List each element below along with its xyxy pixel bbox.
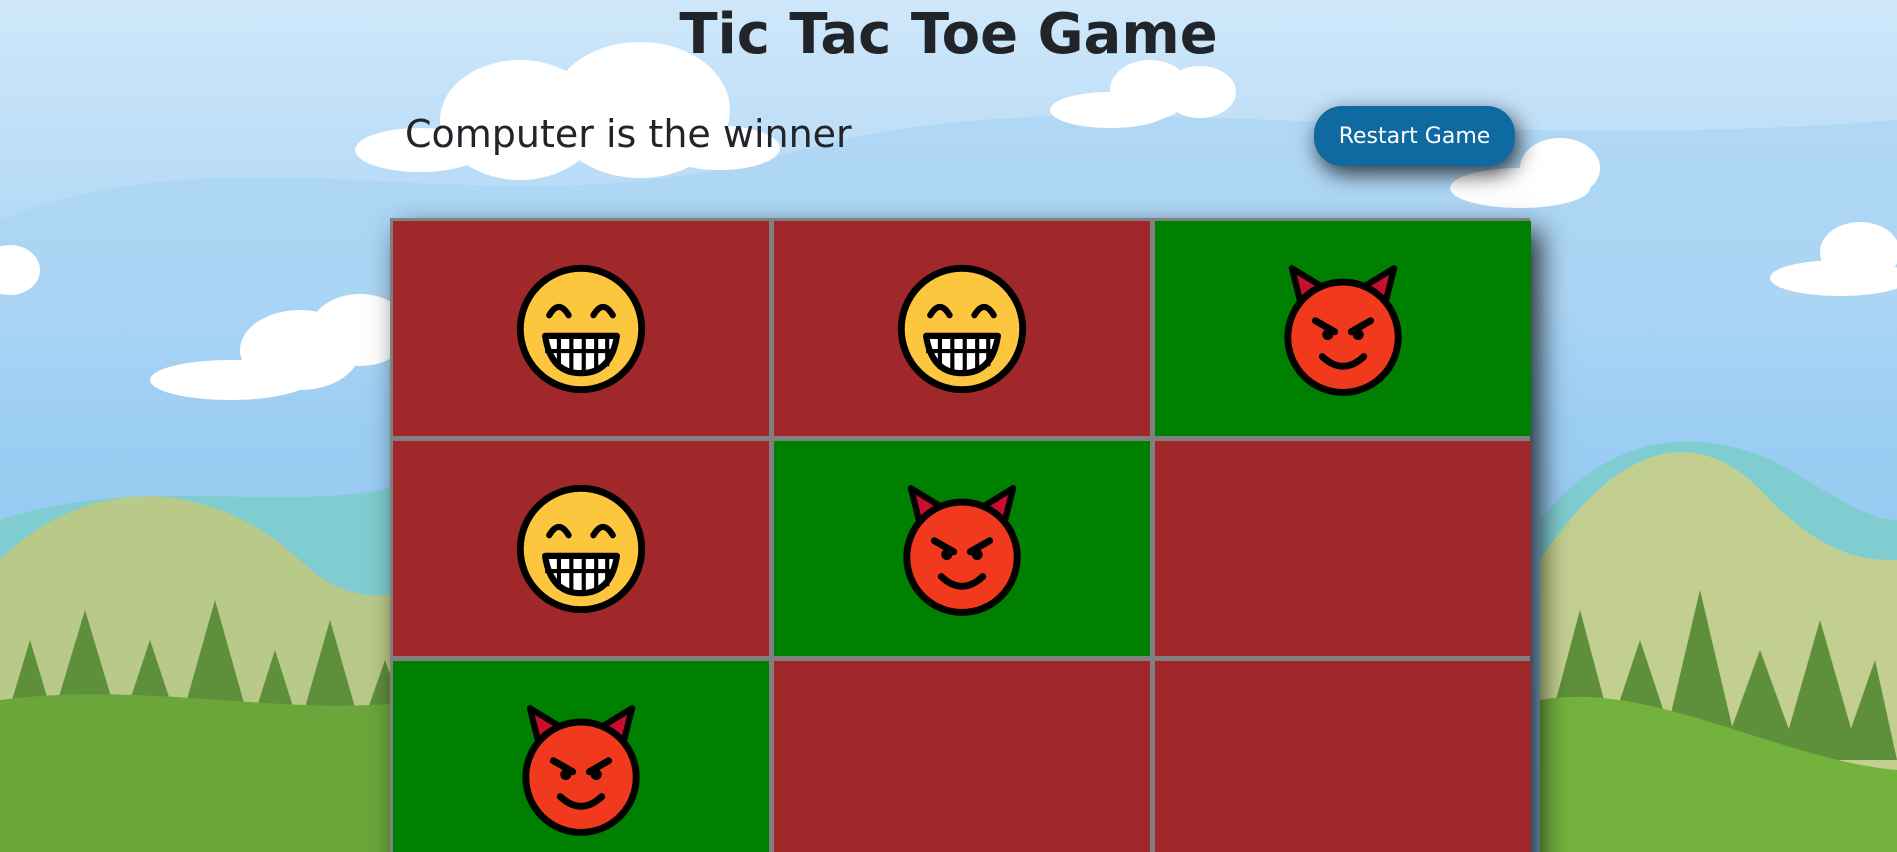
board-cell[interactable] (393, 441, 769, 656)
devil-face-icon (1284, 264, 1402, 396)
grinning-face-icon (897, 264, 1027, 393)
restart-game-button[interactable]: Restart Game (1314, 106, 1515, 166)
board-cell[interactable] (393, 221, 769, 436)
board-cell[interactable] (774, 441, 1150, 656)
devil-face-icon (903, 484, 1021, 616)
grinning-face-icon (516, 484, 646, 613)
board-cell[interactable] (1155, 441, 1531, 656)
grinning-face-icon (516, 264, 646, 393)
board-cell[interactable] (393, 661, 769, 852)
board-cell[interactable] (774, 221, 1150, 436)
game-board (390, 218, 1531, 852)
devil-face-icon (522, 704, 640, 836)
page-title: Tic Tac Toe Game (679, 2, 1218, 67)
board-cell[interactable] (1155, 221, 1531, 436)
game-status-text: Computer is the winner (405, 112, 852, 156)
board-cell[interactable] (1155, 661, 1531, 852)
board-cell[interactable] (774, 661, 1150, 852)
